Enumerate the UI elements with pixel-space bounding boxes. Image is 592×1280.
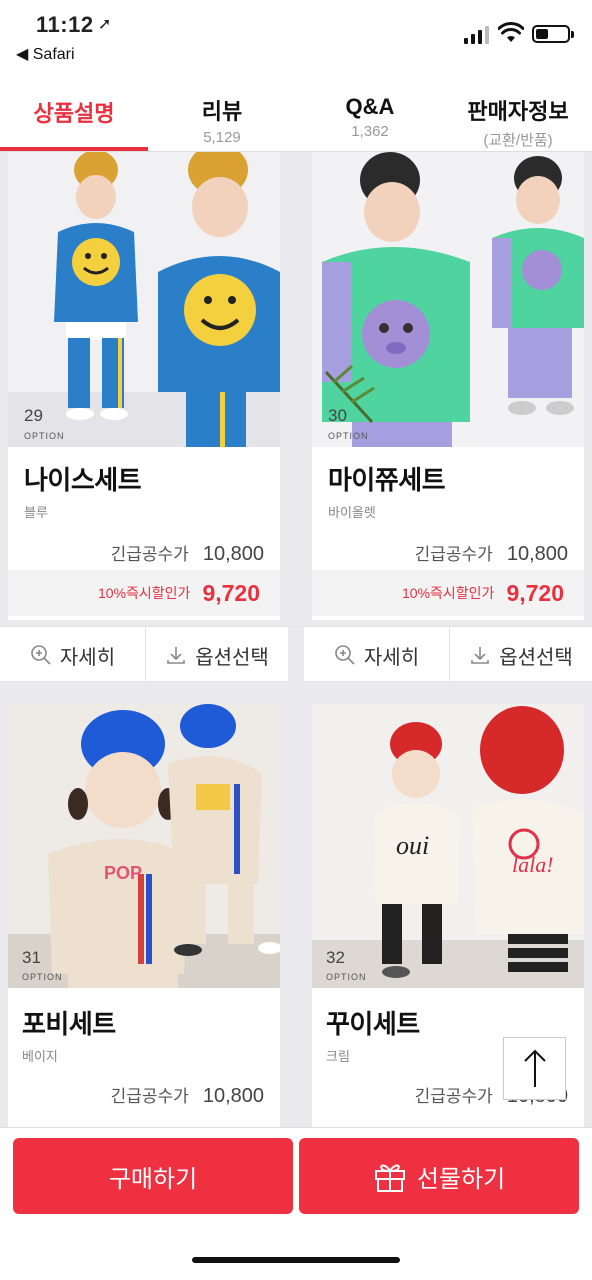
product-image[interactable] [312, 152, 584, 447]
product-grid: 29 OPTION 나이스세트 블루 긴급공수가 10,800 10%즉시할인가… [0, 152, 592, 1127]
arrow-up-icon [523, 1049, 546, 1087]
product-image[interactable]: POP [8, 704, 280, 988]
price-label: 긴급공수가 [110, 545, 189, 564]
scroll-to-top-button[interactable] [503, 1037, 566, 1100]
price-value: 10,800 [202, 543, 264, 565]
gift-button[interactable]: 선물하기 [299, 1138, 579, 1214]
product-image[interactable]: oui lala! [312, 704, 584, 988]
discount-label: 10%즉시할인가 [402, 585, 495, 601]
active-tab-indicator [0, 147, 148, 151]
battery-icon [532, 25, 574, 43]
back-to-safari-link[interactable]: ◀ Safari [16, 44, 75, 64]
status-bar: 11:12 ➚ ◀ Safari [0, 0, 592, 72]
price-label: 긴급공수가 [414, 545, 493, 564]
divider [288, 627, 304, 683]
product-tabs: 상품설명 리뷰 5,129 Q&A 1,362 판매자정보 (교환/반품) [0, 72, 592, 152]
svg-text:POP: POP [104, 863, 142, 883]
option-number: 32 [326, 948, 345, 967]
cellular-signal-icon [464, 26, 489, 44]
price-value: 10,800 [506, 543, 568, 565]
tab-seller-info[interactable]: 판매자정보 (교환/반품) [444, 72, 592, 152]
home-indicator [192, 1257, 400, 1263]
zoom-in-icon [31, 645, 51, 665]
detail-button[interactable]: 자세히 [0, 627, 145, 683]
discount-price: 9,720 [506, 579, 564, 606]
tab-label: 상품설명 [33, 101, 115, 126]
tab-sub-label: (교환/반품) [483, 132, 553, 149]
discount-label: 10%즉시할인가 [98, 585, 191, 601]
status-time: 11:12 [36, 12, 94, 37]
svg-text:oui: oui [396, 831, 429, 860]
tab-label: Q&A [345, 94, 395, 119]
option-select-button[interactable]: 옵션선택 [146, 627, 288, 683]
price-row: 긴급공수가 10,800 [111, 540, 264, 566]
discount-row: 10%즉시할인가 9,720 [8, 570, 280, 616]
option-number: 29 [24, 406, 43, 425]
option-number: 31 [22, 948, 41, 967]
discount-row: 10%즉시할인가 9,720 [312, 570, 584, 616]
option-number: 30 [328, 406, 347, 425]
detail-label: 자세히 [363, 646, 420, 669]
product-color: 바이올렛 [328, 505, 376, 520]
price-label: 긴급공수가 [414, 1087, 493, 1106]
product-name: 나이스세트 [24, 465, 142, 495]
price-row: 긴급공수가 10,800 [111, 1082, 264, 1108]
product-name: 마이쮸세트 [328, 465, 446, 495]
product-card[interactable]: 30 OPTION 마이쮸세트 바이올렛 긴급공수가 10,800 10%즉시할… [312, 152, 584, 620]
price-label: 긴급공수가 [110, 1087, 189, 1106]
svg-text:lala!: lala! [512, 852, 554, 877]
option-select-label: 옵션선택 [499, 646, 573, 669]
zoom-in-icon [335, 645, 355, 665]
tab-product-description[interactable]: 상품설명 [0, 72, 148, 152]
product-actions-row: 자세히 옵션선택 자세히 옵션선택 [0, 626, 592, 683]
gift-icon [374, 1164, 405, 1192]
download-icon [167, 647, 185, 664]
price-value: 10,800 [202, 1085, 264, 1107]
discount-price: 9,720 [202, 579, 260, 606]
option-select-label: 옵션선택 [195, 646, 269, 669]
location-arrow-icon: ➚ [98, 16, 112, 33]
option-caption: OPTION [22, 972, 63, 982]
product-name: 포비세트 [22, 1009, 116, 1039]
detail-label: 자세히 [59, 646, 116, 669]
option-caption: OPTION [24, 431, 65, 441]
price-row: 긴급공수가 10,800 [415, 540, 568, 566]
product-card[interactable]: 29 OPTION 나이스세트 블루 긴급공수가 10,800 10%즉시할인가… [8, 152, 280, 620]
product-image[interactable] [8, 152, 280, 447]
product-color: 블루 [24, 505, 48, 520]
tab-qna[interactable]: Q&A 1,362 [296, 72, 444, 152]
tab-reviews[interactable]: 리뷰 5,129 [148, 72, 296, 152]
tab-label: 리뷰 [201, 99, 243, 124]
option-select-button[interactable]: 옵션선택 [450, 627, 592, 683]
option-caption: OPTION [328, 431, 369, 441]
tab-label: 판매자정보 [467, 99, 569, 124]
detail-button[interactable]: 자세히 [304, 627, 449, 683]
buy-button[interactable]: 구매하기 [13, 1138, 293, 1214]
product-card[interactable]: POP 31 OPTION 포비세트 베이지 긴급공수가 10,800 [8, 704, 280, 1127]
download-icon [471, 647, 489, 664]
product-color: 크림 [326, 1049, 350, 1064]
product-name: 꾸이세트 [326, 1009, 420, 1039]
tab-count: 1,362 [351, 123, 389, 140]
tab-count: 5,129 [203, 129, 241, 146]
gift-label: 선물하기 [416, 1165, 506, 1193]
wifi-icon [498, 22, 524, 42]
product-color: 베이지 [22, 1049, 58, 1064]
option-caption: OPTION [326, 972, 367, 982]
buy-label: 구매하기 [108, 1165, 198, 1193]
